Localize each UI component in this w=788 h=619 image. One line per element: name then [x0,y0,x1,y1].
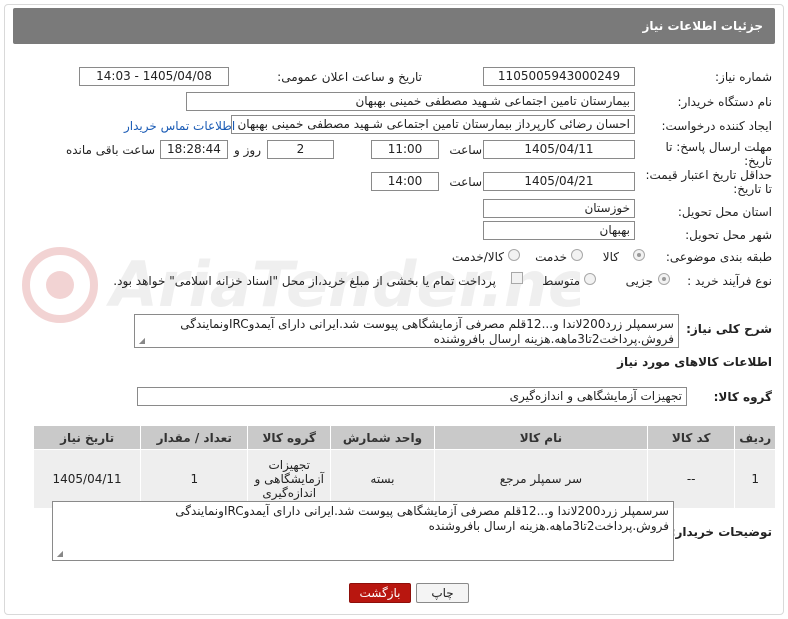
category-goods-radio[interactable] [633,249,645,261]
reply-deadline-label-1: مهلت ارسال پاسخ: تا [665,140,772,154]
price-validity-label-1: حداقل تاریخ اعتبار قیمت: [645,168,772,182]
price-validity-label-2: تا تاریخ: [733,182,772,196]
col-row: ردیف [734,425,776,450]
province-label: استان محل تحویل: [677,205,772,219]
back-button[interactable]: بازگشت [349,583,411,603]
goods-table-header: ردیف کد کالا نام کالا واحد شمارش گروه کا… [32,425,776,450]
category-label: طبقه بندی موضوعی: [665,250,772,264]
city-label: شهر محل تحویل: [685,228,772,242]
reply-deadline-label-2: تاریخ: [744,154,772,168]
process-minor-label: جزیی [625,274,653,288]
category-goods-service-radio[interactable] [508,249,520,261]
city-field[interactable]: بهبهان [483,221,635,240]
cell-unit: بسته [330,449,435,509]
buyer-org-field[interactable]: بیمارستان تامین اجتماعی شـهید مصطفی خمین… [186,92,635,111]
category-service-label: خدمت [535,250,567,264]
page-header: جزئیات اطلاعات نیاز [13,8,775,44]
cell-row: 1 [734,449,776,509]
need-number-label: شماره نیاز: [715,70,772,84]
col-qty: تعداد / مقدار [140,425,249,450]
category-goods-label: کالا [602,250,619,264]
buyer-notes-label: توضیحات خریدار: [670,525,772,539]
reply-date-field[interactable]: 1405/04/11 [483,140,635,159]
buyer-contact-link[interactable]: اطلاعات تماس خریدار [124,119,235,133]
cell-qty: 1 [140,449,249,509]
col-group: گروه کالا [247,425,332,450]
days-label: روز و [234,143,261,157]
days-field[interactable]: 2 [267,140,334,159]
process-medium-label: متوسط [542,274,580,288]
price-validity-time-label: ساعت [449,175,482,189]
treasury-payment-checkbox[interactable] [511,272,523,284]
reply-time-field[interactable]: 11:00 [371,140,439,159]
resize-grip-icon[interactable]: ◢ [55,550,63,558]
col-name: نام کالا [433,425,649,450]
summary-textarea[interactable]: سرسمپلر زرد200لاندا و...12قلم مصرفی آزما… [134,314,679,348]
goods-group-label: گروه کالا: [713,390,772,404]
need-number-field[interactable]: 1105005943000249 [483,67,635,86]
cell-group: تجهیزات آزمایشگاهی و اندازه‌گیری [247,449,332,509]
col-unit: واحد شمارش [330,425,435,450]
cell-code: -- [646,449,736,509]
table-row[interactable]: 1 -- سر سمپلر مرجع بسته تجهیزات آزمایشگا… [32,449,776,509]
category-goods-service-label: کالا/خدمت [451,250,504,264]
cell-name: سر سمپلر مرجع [433,449,649,509]
goods-group-field[interactable]: تجهیزات آزمایشگاهی و اندازه‌گیری [137,387,687,406]
buyer-notes-textarea[interactable]: سرسمپلر زرد200لاندا و...12قلم مصرفی آزما… [52,501,674,561]
summary-text: سرسمپلر زرد200لاندا و...12قلم مصرفی آزما… [180,317,674,346]
buyer-org-label: نام دستگاه خریدار: [677,95,773,109]
remaining-time-field[interactable]: 18:28:44 [160,140,228,159]
goods-table: ردیف کد کالا نام کالا واحد شمارش گروه کا… [32,425,776,509]
process-label: نوع فرآیند خرید : [687,274,772,288]
price-validity-time-field[interactable]: 14:00 [371,172,439,191]
remaining-label: ساعت باقی مانده [65,143,155,157]
print-button[interactable]: چاپ [416,583,469,603]
treasury-payment-note: پرداخت تمام یا بخشی از مبلغ خرید،از محل … [113,274,496,288]
category-service-radio[interactable] [571,249,583,261]
announce-label: تاریخ و ساعت اعلان عمومی: [277,70,422,84]
page-title: جزئیات اطلاعات نیاز [642,19,763,33]
price-validity-date-field[interactable]: 1405/04/21 [483,172,635,191]
creator-field[interactable]: احسان رضائی کارپرداز بیمارستان تامین اجت… [231,115,635,134]
cell-date: 1405/04/11 [32,449,142,509]
summary-label: شرح کلی نیاز: [686,322,772,336]
process-medium-radio[interactable] [584,273,596,285]
goods-section-title: اطلاعات کالاهای مورد نیاز [617,355,772,369]
process-minor-radio[interactable] [658,273,670,285]
province-field[interactable]: خوزستان [483,199,635,218]
buyer-notes-text: سرسمپلر زرد200لاندا و...12قلم مصرفی آزما… [175,504,669,533]
reply-time-label: ساعت [449,143,482,157]
col-date: تاریخ نیاز [32,425,142,450]
announce-field[interactable]: 1405/04/08 - 14:03 [79,67,229,86]
resize-grip-icon[interactable]: ◢ [137,337,145,345]
col-code: کد کالا [646,425,736,450]
creator-label: ایجاد کننده درخواست: [661,119,772,133]
